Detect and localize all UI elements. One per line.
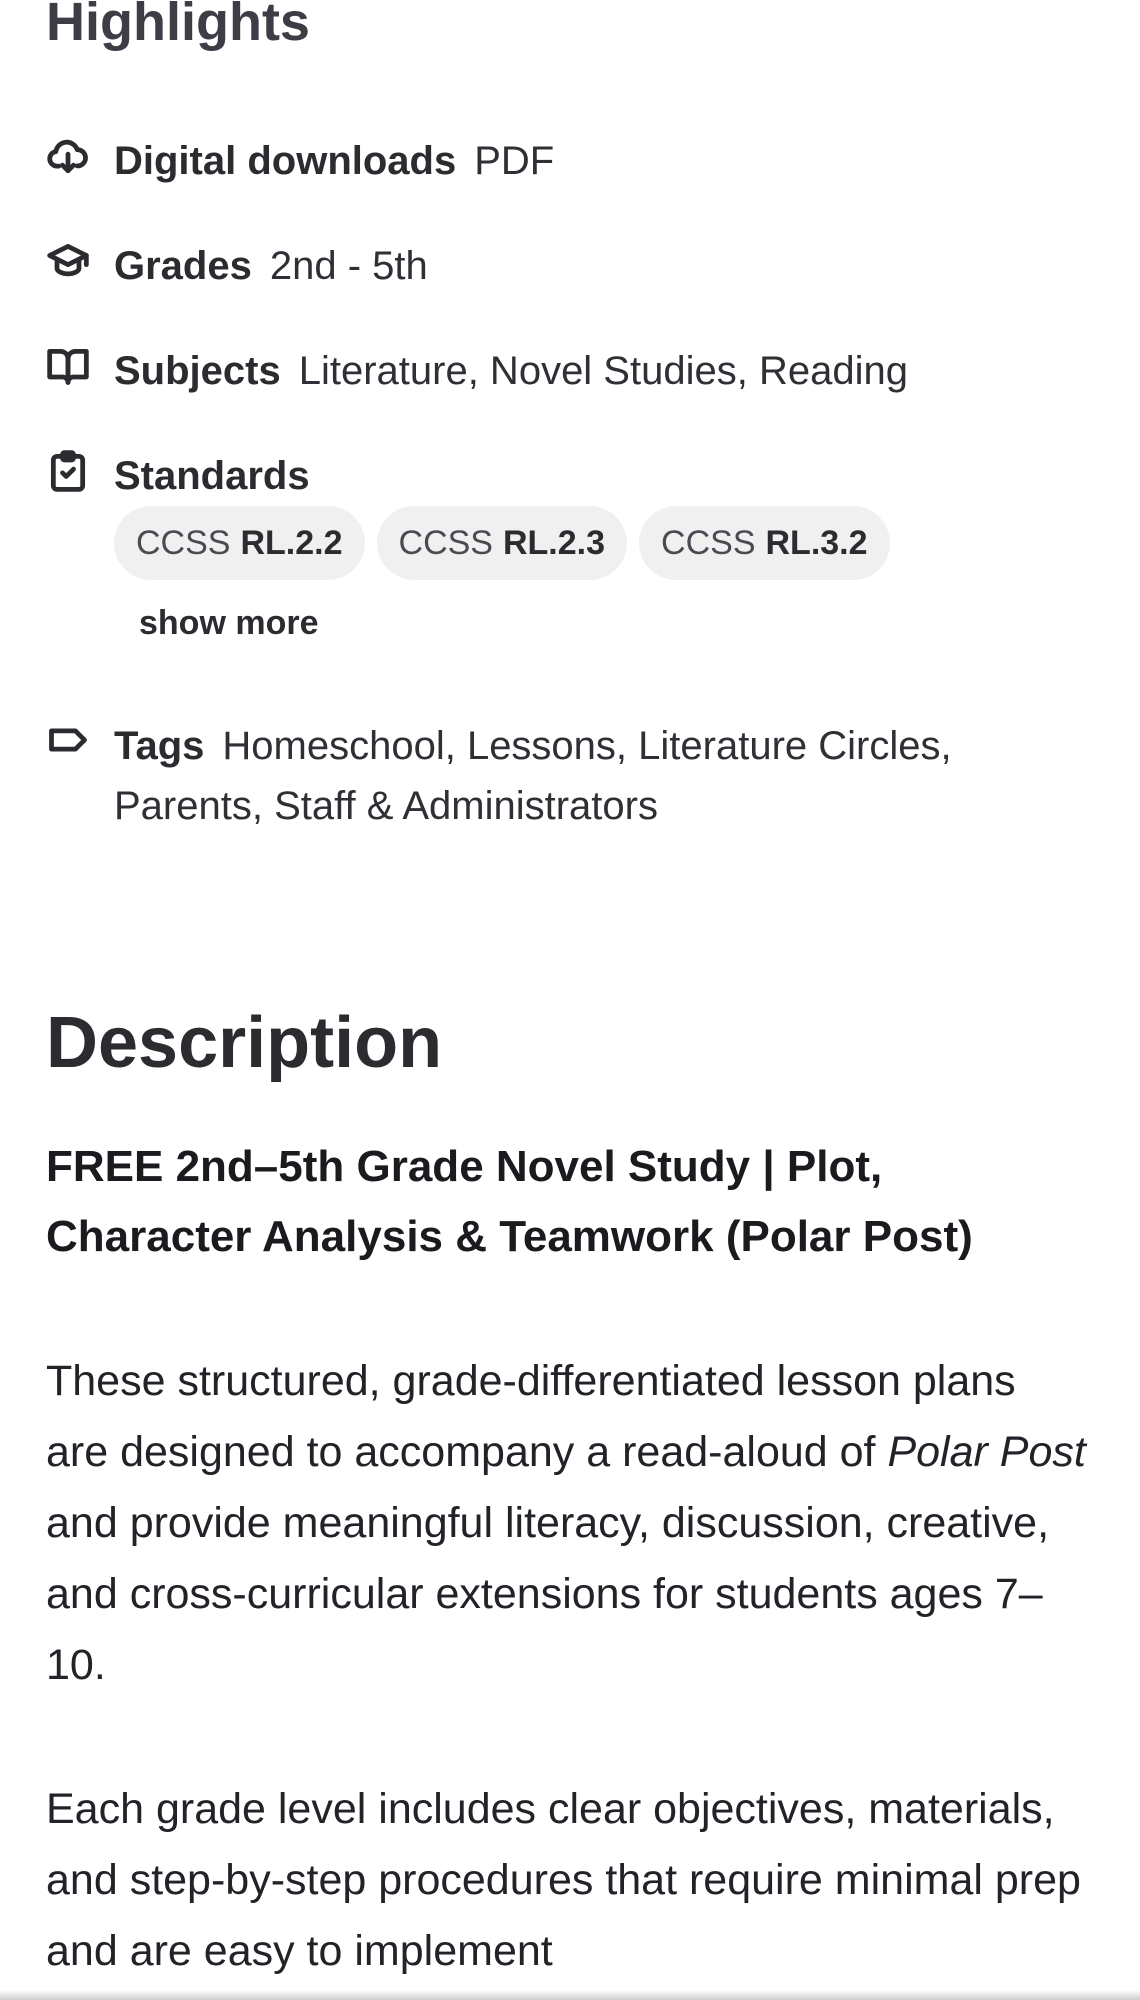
standards-label: Standards — [114, 454, 310, 498]
digital-downloads-label: Digital downloads — [114, 139, 457, 183]
tags-value: Homeschool, Lessons, Literature Circles,… — [114, 724, 952, 828]
graduation-cap-icon — [44, 237, 92, 285]
standard-chip[interactable]: CCSS RL.3.2 — [639, 506, 890, 580]
digital-downloads-value: PDF — [474, 139, 555, 183]
tag-icon — [44, 716, 92, 764]
highlights-title: Highlights — [46, 0, 310, 52]
subjects-value: Literature, Novel Studies, Reading — [298, 349, 908, 393]
tags-label: Tags — [114, 724, 205, 768]
description-title: Description — [46, 1003, 443, 1083]
product-details-page: Highlights Digital downloads PDF Grades 2n… — [0, 0, 1140, 2000]
description-paragraph: Each grade level includes clear objectiv… — [46, 1785, 1081, 1975]
standards-chips: CCSS RL.2.2 CCSS RL.2.3 CCSS RL.3.2 — [114, 506, 902, 580]
cloud-download-icon — [44, 132, 92, 180]
highlight-subjects: Subjects Literature, Novel Studies, Readi… — [44, 342, 908, 400]
highlight-tags: Tags Homeschool, Lessons, Literature Circ… — [44, 716, 1014, 836]
highlight-standards: Standards — [44, 447, 328, 505]
description-paragraph: These structured, grade-differentiated l… — [46, 1357, 1086, 1689]
open-book-icon — [44, 342, 92, 390]
grades-value: 2nd - 5th — [269, 244, 428, 288]
highlight-digital-downloads: Digital downloads PDF — [44, 132, 554, 190]
clipboard-check-icon — [44, 447, 92, 495]
standard-chip[interactable]: CCSS RL.2.3 — [376, 506, 628, 580]
highlight-grades: Grades 2nd - 5th — [44, 237, 428, 295]
description-heading: FREE 2nd–5th Grade Novel Study | Plot, C… — [46, 1142, 973, 1261]
grades-label: Grades — [114, 244, 252, 288]
show-more-button[interactable]: show more — [139, 604, 318, 643]
bottom-shadow — [0, 1990, 1140, 2000]
subjects-label: Subjects — [114, 349, 281, 393]
book-title: Polar Post — [887, 1428, 1086, 1476]
standard-chip[interactable]: CCSS RL.2.2 — [114, 506, 365, 580]
